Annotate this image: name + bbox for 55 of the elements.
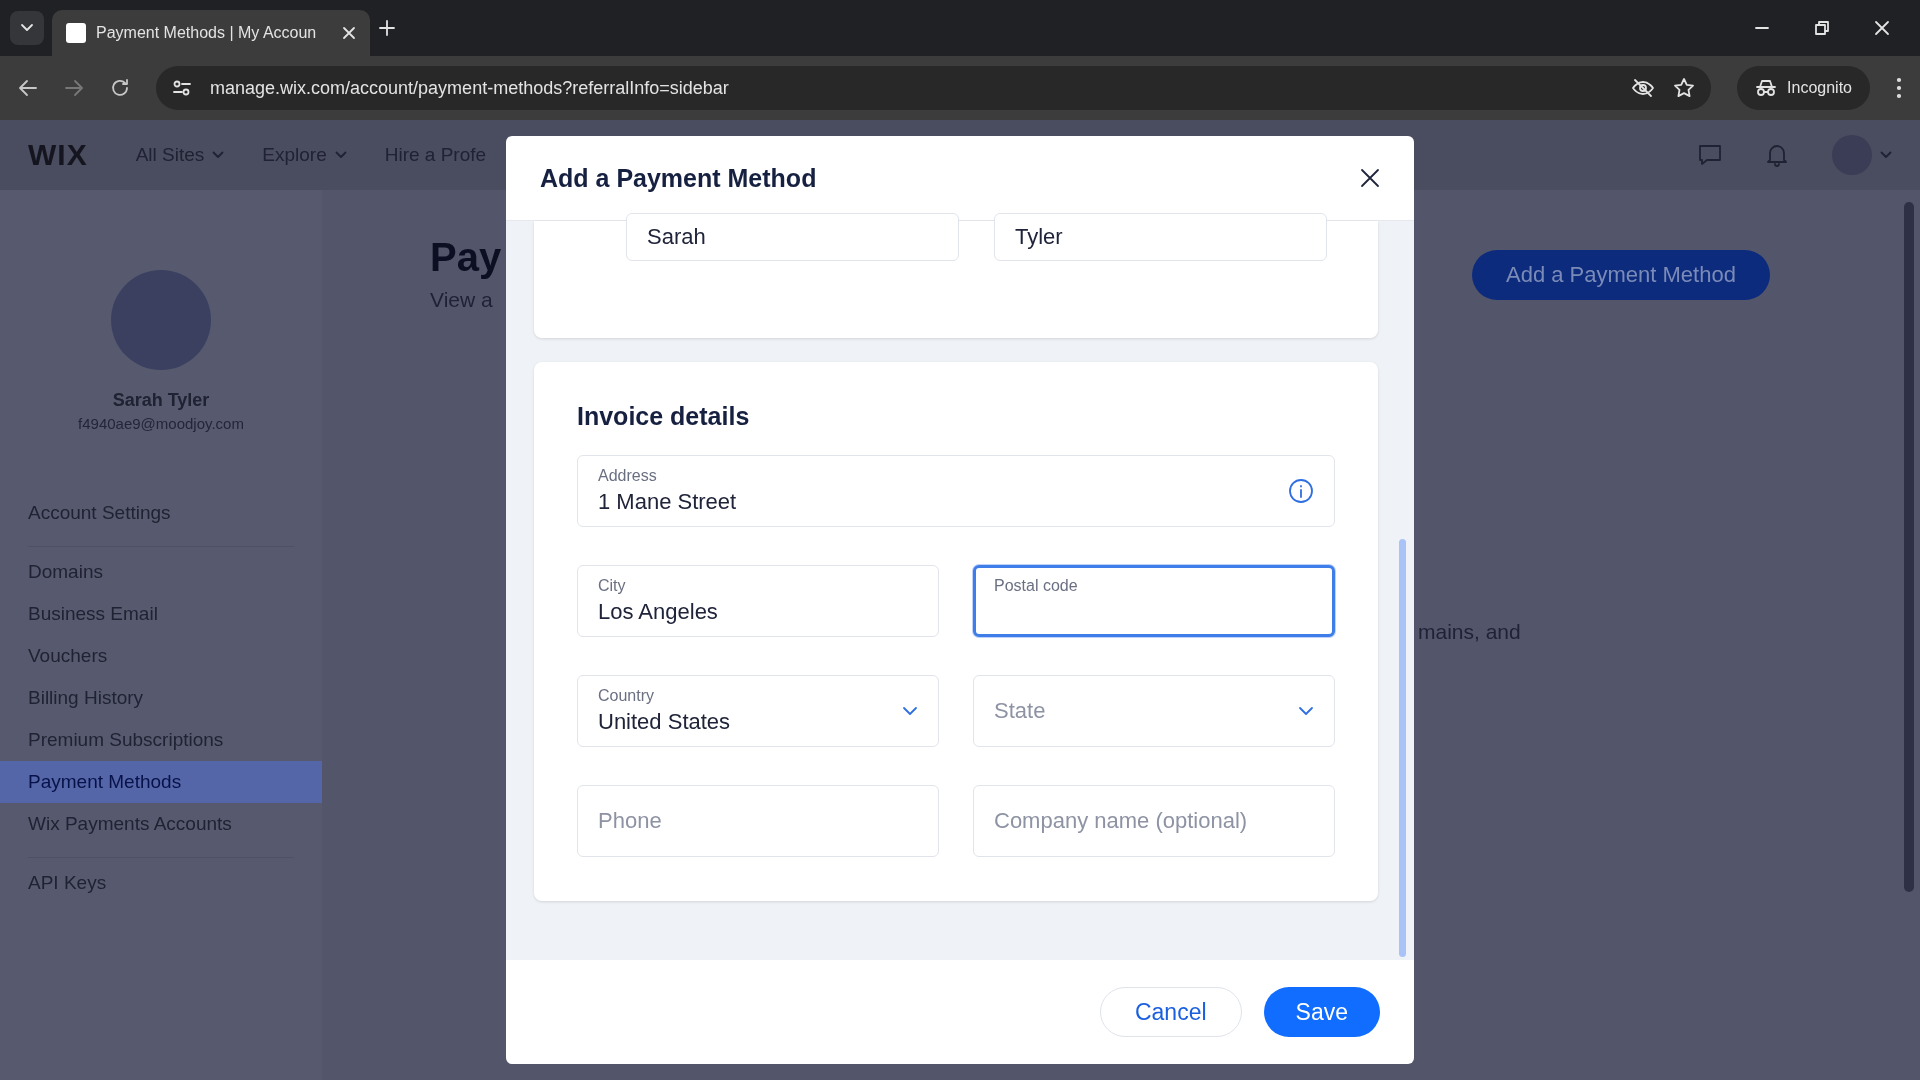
text-input[interactable]: Los Angeles	[598, 599, 918, 625]
chevron-down-icon	[20, 23, 34, 33]
text-input[interactable]: United States	[598, 709, 890, 735]
select-field[interactable]: State	[973, 675, 1335, 747]
input-field[interactable]: City Los Angeles	[577, 565, 939, 637]
text-input[interactable]: Phone	[598, 808, 918, 834]
scrollbar[interactable]	[1399, 539, 1406, 957]
star-icon[interactable]	[1673, 77, 1696, 99]
user-name: Sarah Tyler	[112, 390, 210, 411]
page-title: Pay	[430, 235, 502, 280]
text-input[interactable]: Sarah	[647, 224, 938, 250]
save-button[interactable]: Save	[1263, 987, 1380, 1037]
text-input[interactable]: Tyler	[1015, 224, 1306, 250]
select-field[interactable]: Country United States	[577, 675, 939, 747]
text-input[interactable]: 1 Mane Street	[598, 489, 1276, 515]
tab-list-button[interactable]	[10, 11, 44, 45]
sidebar-item[interactable]: Payment Methods	[0, 761, 322, 803]
info-icon[interactable]	[1288, 478, 1314, 504]
field-label: City	[598, 577, 627, 595]
more-menu-icon[interactable]	[1896, 77, 1902, 99]
address-bar[interactable]: manage.wix.com/account/payment-methods?referralInfo=sidebar	[156, 66, 1712, 110]
back-icon[interactable]	[18, 79, 38, 97]
field-label: Address	[598, 467, 658, 485]
chevron-down-icon[interactable]	[902, 706, 918, 716]
scrollbar[interactable]	[1904, 202, 1914, 892]
incognito-button[interactable]: Incognito	[1737, 66, 1870, 110]
close-icon	[1360, 168, 1380, 188]
input-field[interactable]: Sarah	[626, 213, 959, 261]
site-settings-icon	[172, 79, 192, 97]
section-title: Invoice details	[577, 402, 751, 431]
input-field[interactable]: Address 1 Mane Street	[577, 455, 1335, 527]
text-input[interactable]: State	[994, 698, 1286, 724]
cancel-button[interactable]: Cancel	[1099, 987, 1242, 1037]
reload-icon[interactable]	[110, 78, 130, 98]
input-field[interactable]: Phone	[577, 785, 939, 857]
dialog-title: Add a Payment Method	[540, 163, 817, 193]
incognito-icon	[1755, 79, 1778, 97]
close-icon[interactable]	[1874, 20, 1890, 36]
field-label: Country	[598, 687, 656, 705]
eye-slash-icon[interactable]	[1631, 78, 1656, 98]
forward-icon[interactable]	[64, 79, 84, 97]
chevron-down-icon	[334, 151, 347, 159]
plus-icon[interactable]	[378, 19, 396, 37]
restore-icon[interactable]	[1814, 20, 1830, 36]
input-field[interactable]: Company name (optional)	[973, 785, 1335, 857]
close-icon[interactable]	[342, 26, 356, 40]
chevron-down-icon[interactable]	[1298, 706, 1314, 716]
input-field[interactable]: Tyler	[994, 213, 1327, 261]
input-field[interactable]: Postal code	[973, 565, 1335, 637]
add-payment-method-button[interactable]: Add a Payment Method	[1472, 250, 1770, 300]
site-favicon-icon	[66, 23, 86, 43]
chevron-down-icon	[212, 151, 225, 159]
text-input[interactable]: Company name (optional)	[994, 808, 1314, 834]
field-label: Postal code	[994, 577, 1079, 595]
browser-tab[interactable]: Payment Methods | My Accoun	[52, 10, 370, 56]
